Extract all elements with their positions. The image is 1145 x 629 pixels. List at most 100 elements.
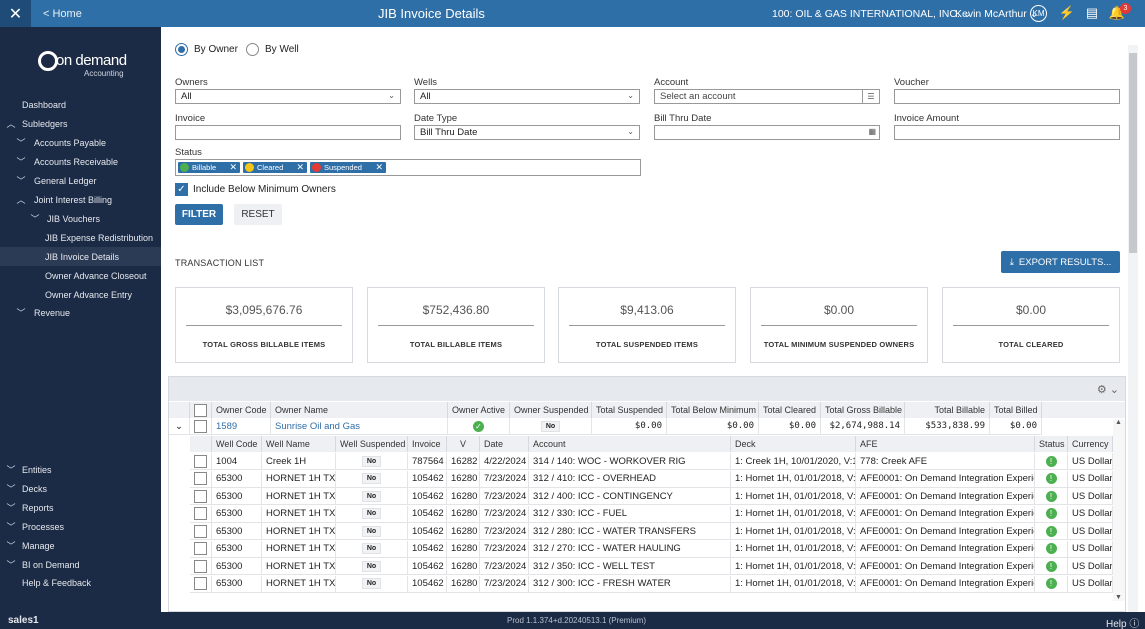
sidebar-item-jib-vouchers[interactable]: ﹀ JIB Vouchers xyxy=(0,209,161,228)
invoice-input[interactable] xyxy=(175,125,401,140)
sidebar-item-jib-invoice-details[interactable]: JIB Invoice Details xyxy=(0,247,161,266)
col-header-total-gross-billable[interactable]: Total Gross Billable xyxy=(821,402,905,418)
logo-sub: Accounting xyxy=(84,69,124,78)
sidebar-item-subledgers[interactable]: ︿ Subledgers xyxy=(0,114,161,133)
sidebar-item-label: JIB Expense Redistribution xyxy=(45,232,154,243)
date-type-select[interactable]: Bill Thru Date ⌄ xyxy=(414,125,640,140)
reset-button[interactable]: RESET xyxy=(234,204,282,225)
row-select xyxy=(190,505,212,523)
sidebar-item-jib-expense-redistribution[interactable]: JIB Expense Redistribution xyxy=(0,228,161,247)
by-well-radio[interactable] xyxy=(246,43,259,56)
col-header-owner-active[interactable]: Owner Active xyxy=(448,402,510,418)
calendar-icon[interactable]: ▦ xyxy=(868,127,876,136)
invoice-cell: 105462 xyxy=(408,575,447,593)
sidebar-item-general-ledger[interactable]: ﹀ General Ledger xyxy=(0,171,161,190)
voucher-input[interactable] xyxy=(894,89,1120,104)
sidebar-item-revenue[interactable]: ﹀ Revenue xyxy=(0,303,161,322)
row-checkbox[interactable] xyxy=(194,489,207,503)
remove-icon[interactable]: ✕ xyxy=(375,162,383,173)
inner-scrollbar[interactable]: ▲ ▼ xyxy=(1113,419,1125,601)
company-selector[interactable]: 100: OIL & GAS INTERNATIONAL, INC. ⌄ xyxy=(772,8,972,20)
col-header-well-code[interactable]: Well Code xyxy=(212,436,262,452)
col-header-owner-suspended[interactable]: Owner Suspended xyxy=(510,402,592,418)
col-header-total-suspended[interactable]: Total Suspended xyxy=(592,402,667,418)
sidebar-item-manage[interactable]: ﹀ Manage xyxy=(0,536,161,555)
by-owner-radio[interactable] xyxy=(175,43,188,56)
home-link[interactable]: < Home xyxy=(43,8,82,20)
expand-row-toggle[interactable]: ⌄ xyxy=(169,418,190,435)
sidebar-item-entities[interactable]: ﹀ Entities xyxy=(0,460,161,479)
col-header-account[interactable]: Account xyxy=(529,436,731,452)
filter-button[interactable]: FILTER xyxy=(175,204,223,225)
col-header-well-name[interactable]: Well Name xyxy=(262,436,336,452)
user-menu[interactable]: Kevin McArthur ⌄ xyxy=(955,8,1039,20)
bill-thru-date-input[interactable]: ▦ xyxy=(654,125,880,140)
invoice-amount-input[interactable] xyxy=(894,125,1120,140)
remove-icon[interactable]: ✕ xyxy=(229,162,237,173)
col-header-total-below-minimum[interactable]: Total Below Minimum xyxy=(667,402,759,418)
close-icon[interactable]: ✕ xyxy=(0,0,31,27)
card-amount: $9,413.06 xyxy=(620,303,674,317)
row-checkbox[interactable] xyxy=(194,524,207,538)
row-checkbox[interactable] xyxy=(194,559,207,573)
card-amount: $0.00 xyxy=(823,303,855,317)
chevron-up-icon: ︿ xyxy=(6,119,16,129)
afe-cell: AFE0001: On Demand Integration Experien xyxy=(856,505,1035,523)
account-cell: 312 / 400: ICC - CONTINGENCY xyxy=(529,488,731,505)
col-header-total-billable[interactable]: Total Billable xyxy=(905,402,990,418)
row-checkbox[interactable] xyxy=(194,507,207,520)
sidebar-item-help-feedback[interactable]: Help & Feedback xyxy=(0,573,161,592)
col-header-total-billed[interactable]: Total Billed xyxy=(990,402,1042,418)
scroll-down-icon[interactable]: ▼ xyxy=(1115,594,1122,601)
sidebar-item-processes[interactable]: ﹀ Processes xyxy=(0,517,161,536)
row-checkbox[interactable] xyxy=(194,472,207,485)
page-scrollbar[interactable] xyxy=(1128,45,1138,612)
col-header-well-suspended[interactable]: Well Suspended xyxy=(336,436,408,452)
wells-select[interactable]: All ⌄ xyxy=(414,89,640,104)
row-checkbox[interactable] xyxy=(194,577,207,590)
sidebar-item-owner-advance-entry[interactable]: Owner Advance Entry xyxy=(0,285,161,304)
col-header-v[interactable]: V xyxy=(447,436,480,452)
scroll-up-icon[interactable]: ▲ xyxy=(1115,419,1122,426)
news-icon[interactable]: ▤ xyxy=(1084,5,1100,21)
status-multiselect[interactable]: Billable ✕ Cleared ✕ Suspended ✕ xyxy=(175,159,641,176)
export-results-button[interactable]: ⤓ EXPORT RESULTS... xyxy=(1001,251,1120,273)
col-header-status[interactable]: Status xyxy=(1035,436,1068,452)
top-bar: ✕ < Home JIB Invoice Details 100: OIL & … xyxy=(0,0,1145,27)
help-link[interactable]: Help ⓘ xyxy=(1106,615,1139,629)
well-suspended-cell: No xyxy=(336,488,408,505)
chevron-down-icon: ⌄ xyxy=(175,420,183,432)
sidebar-item-owner-advance-closeout[interactable]: Owner Advance Closeout xyxy=(0,266,161,285)
include-below-min-checkbox[interactable]: ✓ xyxy=(175,183,188,196)
col-header-total-cleared[interactable]: Total Cleared xyxy=(759,402,821,418)
col-header-afe[interactable]: AFE xyxy=(856,436,1035,452)
remove-icon[interactable]: ✕ xyxy=(296,162,304,173)
owner-code-link[interactable]: 1589 xyxy=(212,418,271,435)
list-icon[interactable]: ☰ xyxy=(862,90,879,103)
owner-name-link[interactable]: Sunrise Oil and Gas xyxy=(271,418,448,435)
row-checkbox[interactable] xyxy=(194,419,207,433)
col-header-invoice[interactable]: Invoice xyxy=(408,436,447,452)
col-header-currency[interactable]: Currency xyxy=(1068,436,1113,452)
account-input[interactable]: Select an account ☰ xyxy=(654,89,880,104)
row-checkbox[interactable] xyxy=(194,542,207,555)
sidebar-item-bi-on-demand[interactable]: ﹀ BI on Demand xyxy=(0,555,161,574)
sidebar-item-reports[interactable]: ﹀ Reports xyxy=(0,498,161,517)
sidebar-item-joint-interest-billing[interactable]: ︿ Joint Interest Billing xyxy=(0,190,161,209)
col-header-deck[interactable]: Deck xyxy=(731,436,856,452)
select-all-checkbox[interactable] xyxy=(194,403,207,417)
avatar[interactable]: KM xyxy=(1030,5,1047,22)
owners-select[interactable]: All ⌄ xyxy=(175,89,401,104)
scrollbar-thumb[interactable] xyxy=(1129,53,1137,253)
sidebar-item-decks[interactable]: ﹀ Decks xyxy=(0,479,161,498)
col-header-owner-code[interactable]: Owner Code xyxy=(212,402,271,418)
sidebar-item-dashboard[interactable]: Dashboard xyxy=(0,95,161,114)
col-header-date[interactable]: Date xyxy=(480,436,529,452)
col-header-owner-name[interactable]: Owner Name xyxy=(271,402,448,418)
lightning-icon[interactable]: ⚡ xyxy=(1059,5,1075,21)
gear-icon[interactable]: ⚙ ⌄ xyxy=(1097,383,1119,396)
row-checkbox[interactable] xyxy=(194,454,207,468)
owner-suspended-cell: No xyxy=(510,418,592,435)
sidebar-item-accounts-payable[interactable]: ﹀ Accounts Payable xyxy=(0,133,161,152)
sidebar-item-accounts-receivable[interactable]: ﹀ Accounts Receivable xyxy=(0,152,161,171)
